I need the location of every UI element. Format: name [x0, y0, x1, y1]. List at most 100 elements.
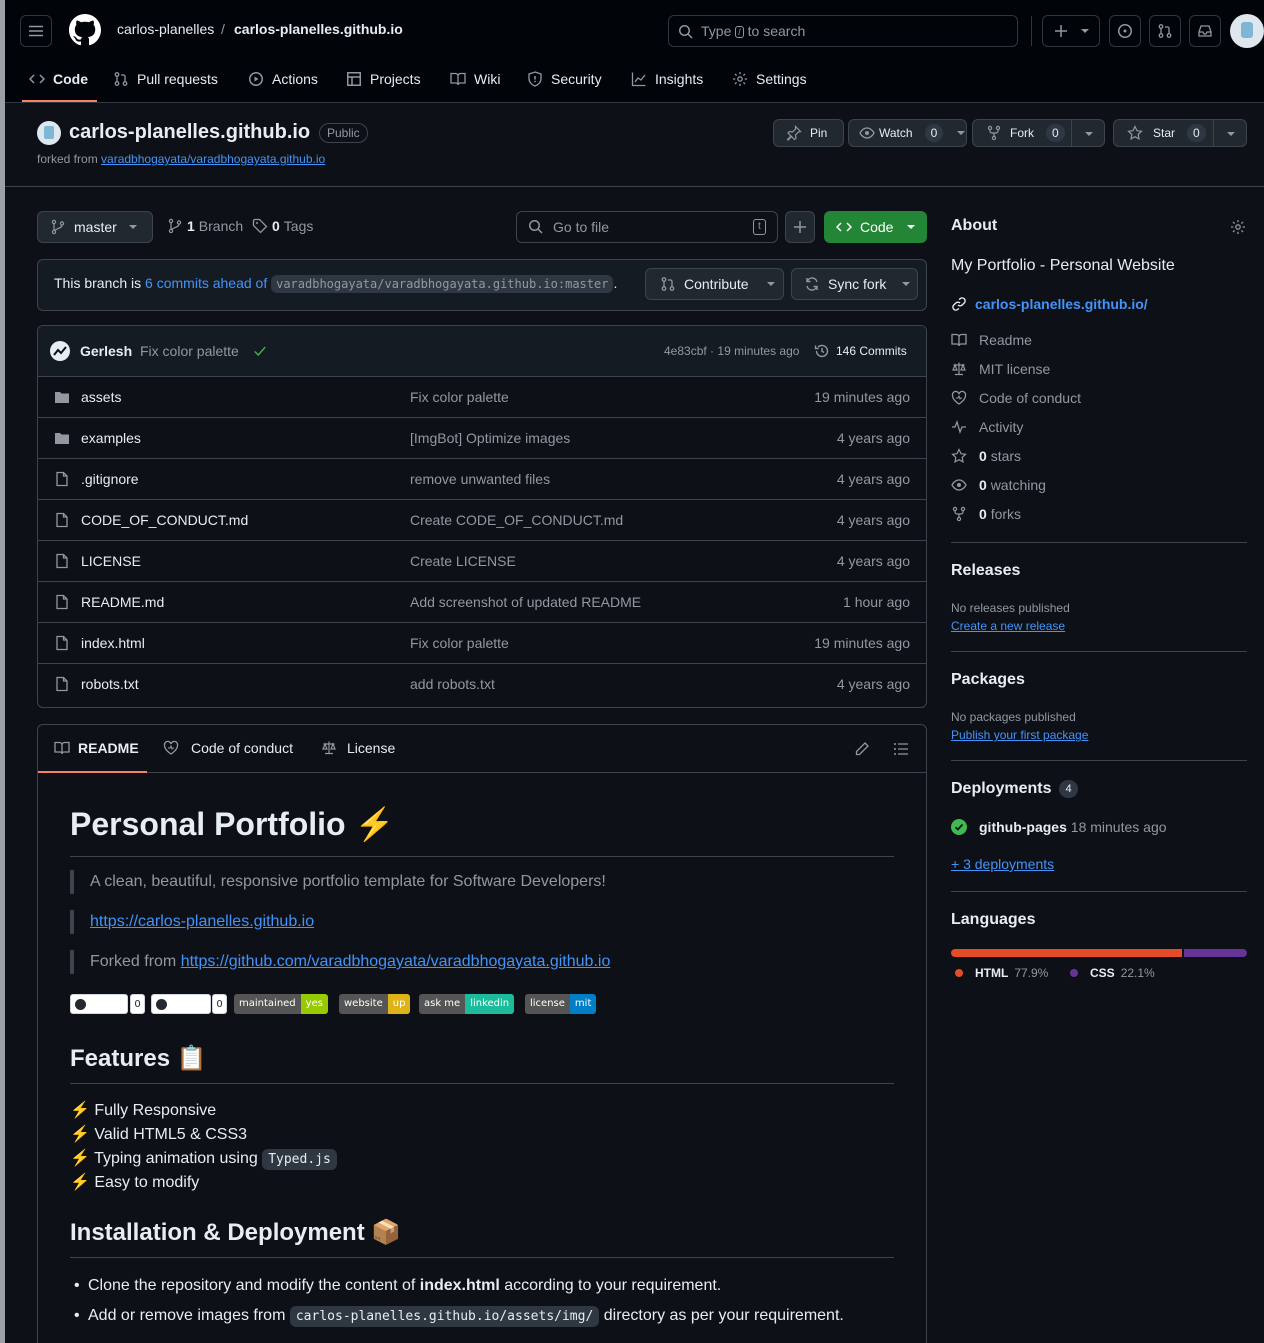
menu-button[interactable]	[20, 15, 52, 47]
commit-author-avatar[interactable]	[50, 341, 70, 361]
readme-tab[interactable]: README	[54, 740, 139, 756]
language-html[interactable]: HTML 77.9%	[955, 966, 1048, 980]
star-button[interactable]: Star 0	[1113, 119, 1247, 147]
readme-link[interactable]: Readme	[951, 332, 1032, 348]
watching-link[interactable]: 0 watching	[951, 477, 1046, 493]
link-icon	[952, 297, 966, 311]
tab-settings[interactable]: Settings	[732, 68, 807, 90]
issues-button[interactable]	[1109, 15, 1141, 47]
website-shield[interactable]: website up	[339, 994, 411, 1014]
github-logo-icon[interactable]	[69, 14, 101, 46]
deployments-heading[interactable]: Deployments	[951, 780, 1051, 798]
watching-label: watching	[990, 477, 1046, 493]
language-percent: 22.1%	[1120, 966, 1155, 980]
commit-sha[interactable]: 4e83cbf	[664, 344, 707, 358]
file-row[interactable]: assets Fix color palette 19 minutes ago	[38, 376, 926, 417]
license-link[interactable]: MIT license	[951, 361, 1050, 377]
license-shield[interactable]: license mit	[525, 994, 597, 1014]
tab-code[interactable]: Code	[29, 68, 88, 90]
activity-link[interactable]: Activity	[951, 419, 1023, 435]
repo-title[interactable]: carlos-planelles.github.io	[69, 121, 310, 144]
file-name[interactable]: robots.txt	[81, 676, 139, 692]
pin-button[interactable]: Pin	[773, 119, 844, 147]
edit-readme-button[interactable]	[854, 741, 870, 757]
tab-projects[interactable]: Projects	[346, 68, 421, 90]
stars-link[interactable]: 0 stars	[951, 448, 1021, 464]
file-row[interactable]: examples [ImgBot] Optimize images 4 years …	[38, 417, 926, 458]
maintained-shield[interactable]: maintained yes	[234, 994, 328, 1014]
pull-requests-button[interactable]	[1149, 15, 1181, 47]
tags-link[interactable]: 0 Tags	[252, 218, 313, 234]
publish-package-link[interactable]: Publish your first package	[951, 728, 1088, 742]
file-name[interactable]: CODE_OF_CONDUCT.md	[81, 512, 248, 528]
outline-button[interactable]	[893, 741, 909, 757]
forks-shield-count[interactable]: 0	[212, 994, 227, 1014]
file-name[interactable]: .gitignore	[81, 471, 139, 487]
create-new-button[interactable]	[1042, 15, 1100, 47]
forked-from-link[interactable]: varadbhogayata/varadbhogayata.github.io	[101, 152, 325, 166]
commit-author[interactable]: Gerlesh	[80, 343, 132, 359]
stars-shield[interactable]: Stars	[70, 994, 129, 1014]
more-deployments-link[interactable]: + 3 deployments	[951, 856, 1054, 872]
language-css[interactable]: CSS 22.1%	[1070, 966, 1155, 980]
inbox-button[interactable]	[1189, 15, 1221, 47]
code-of-conduct-tab[interactable]: Code of conduct	[163, 740, 293, 756]
packages-heading[interactable]: Packages	[951, 671, 1025, 689]
create-release-link[interactable]: Create a new release	[951, 619, 1065, 633]
file-row[interactable]: .gitignore remove unwanted files 4 years a…	[38, 458, 926, 499]
file-name[interactable]: examples	[81, 430, 141, 446]
license-tab[interactable]: License	[321, 740, 395, 756]
file-row[interactable]: robots.txt add robots.txt 4 years ago	[38, 663, 926, 704]
file-commit-message[interactable]: [ImgBot] Optimize images	[410, 430, 570, 446]
tab-pull-requests[interactable]: Pull requests	[113, 68, 218, 90]
file-row[interactable]: CODE_OF_CONDUCT.md Create CODE_OF_CONDUCT…	[38, 499, 926, 540]
forks-shield[interactable]: Forks	[151, 994, 212, 1014]
edit-about-button[interactable]	[1230, 219, 1246, 235]
sync-fork-button[interactable]: Sync fork	[791, 268, 918, 300]
fork-button[interactable]: Fork 0	[972, 119, 1105, 147]
branch-select[interactable]: master	[37, 211, 153, 243]
breadcrumb-owner[interactable]: carlos-planelles	[117, 21, 214, 37]
file-row[interactable]: README.md Add screenshot of updated READM…	[38, 581, 926, 622]
deployment-item[interactable]: github-pages 18 minutes ago	[951, 819, 1167, 835]
file-name[interactable]: index.html	[81, 635, 145, 651]
tab-security[interactable]: Security	[527, 68, 602, 90]
search-icon	[678, 24, 694, 40]
contribute-button[interactable]: Contribute	[645, 268, 784, 300]
file-name[interactable]: README.md	[81, 594, 164, 610]
code-button[interactable]: Code	[824, 211, 927, 243]
file-row[interactable]: LICENSE Create LICENSE 4 years ago	[38, 540, 926, 581]
add-file-button[interactable]	[785, 211, 815, 243]
file-name[interactable]: LICENSE	[81, 553, 141, 569]
file-row[interactable]: index.html Fix color palette 19 minutes ag…	[38, 622, 926, 663]
file-commit-message[interactable]: Add screenshot of updated README	[410, 594, 641, 610]
homepage-link[interactable]: carlos-planelles.github.io/	[951, 296, 1148, 312]
file-commit-message[interactable]: Fix color palette	[410, 389, 509, 405]
file-commit-message[interactable]: Create LICENSE	[410, 553, 516, 569]
tab-wiki[interactable]: Wiki	[450, 68, 500, 90]
repo-owner-avatar[interactable]	[37, 121, 61, 145]
file-commit-message[interactable]: Create CODE_OF_CONDUCT.md	[410, 512, 623, 528]
askme-shield[interactable]: ask me linkedin	[419, 994, 515, 1014]
commit-message[interactable]: Fix color palette	[140, 343, 239, 359]
site-link[interactable]: https://carlos-planelles.github.io	[90, 913, 314, 930]
search-input[interactable]: Type / to search	[668, 15, 1018, 47]
file-commit-message[interactable]: add robots.txt	[410, 676, 495, 692]
go-to-file-input[interactable]: Go to file t	[516, 211, 778, 243]
commits-ahead-link[interactable]: 6 commits ahead of	[145, 275, 267, 291]
code-of-conduct-link[interactable]: Code of conduct	[951, 390, 1081, 406]
tab-insights[interactable]: Insights	[631, 68, 703, 90]
forked-quote-link[interactable]: https://github.com/varadbhogayata/varadb…	[181, 953, 611, 970]
tab-actions[interactable]: Actions	[248, 68, 318, 90]
watch-button[interactable]: Watch 0	[848, 119, 967, 147]
commits-link[interactable]: 146 Commits	[814, 343, 907, 359]
stars-shield-count[interactable]: 0	[130, 994, 145, 1014]
branches-link[interactable]: 1 Branch	[167, 218, 243, 234]
user-avatar[interactable]	[1230, 14, 1264, 48]
releases-heading[interactable]: Releases	[951, 562, 1020, 580]
breadcrumb-repo[interactable]: carlos-planelles.github.io	[234, 21, 403, 37]
file-name[interactable]: assets	[81, 389, 121, 405]
file-commit-message[interactable]: remove unwanted files	[410, 471, 550, 487]
forks-link[interactable]: 0 forks	[951, 506, 1021, 522]
file-commit-message[interactable]: Fix color palette	[410, 635, 509, 651]
